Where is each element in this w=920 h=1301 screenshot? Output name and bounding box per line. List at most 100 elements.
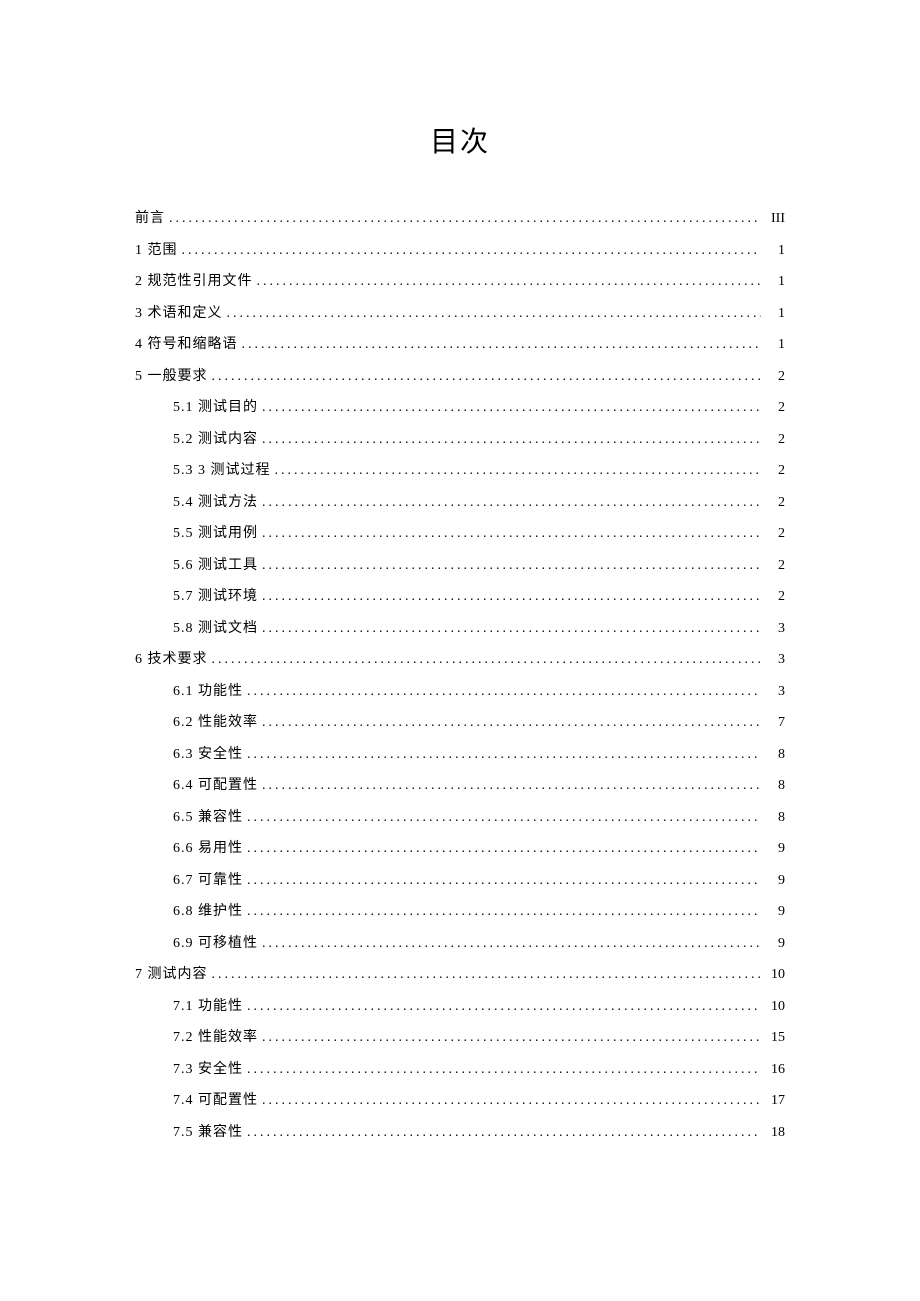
- toc-leader-dots: [243, 874, 761, 888]
- toc-entry: 6.9 可移植性 9: [135, 937, 785, 951]
- toc-leader-dots: [271, 464, 762, 478]
- toc-entry: 6.8 维护性 9: [135, 905, 785, 919]
- toc-leader-dots: [238, 338, 762, 352]
- toc-entry: 4 符号和缩略语1: [135, 338, 785, 352]
- toc-entry: 6.7 可靠性 9: [135, 874, 785, 888]
- toc-leader-dots: [258, 779, 761, 793]
- toc-leader-dots: [243, 905, 761, 919]
- toc-entry: 6.1 功能性 3: [135, 685, 785, 699]
- toc-entry: 6.4 可配置性8: [135, 779, 785, 793]
- toc-entry-label: 6.2 性能效率: [173, 716, 258, 730]
- toc-entry: 5.4 测试方法2: [135, 496, 785, 510]
- toc-entry: 7.1 功能性 10: [135, 1000, 785, 1014]
- toc-entry-page: 2: [761, 559, 785, 573]
- toc-entry-label: 6.1 功能性: [173, 685, 243, 699]
- toc-entry-page: 18: [761, 1126, 785, 1140]
- toc-entry-label: 6 技术要求: [135, 653, 208, 667]
- toc-entry-label: 6.6 易用性: [173, 842, 243, 856]
- toc-entry-label: 7.5 兼容性: [173, 1126, 243, 1140]
- toc-entry: 7.2 性能效率 15: [135, 1031, 785, 1045]
- toc-leader-dots: [178, 244, 762, 258]
- toc-entry-label: 6.5 兼容性: [173, 811, 243, 825]
- toc-entry-page: 17: [761, 1094, 785, 1108]
- toc-leader-dots: [165, 212, 761, 226]
- toc-entry: 3 术语和定义1: [135, 307, 785, 321]
- toc-leader-dots: [258, 527, 761, 541]
- toc-entry-label: 7.4 可配置性: [173, 1094, 258, 1108]
- toc-entry-page: 2: [761, 401, 785, 415]
- toc-entry-page: 2: [761, 496, 785, 510]
- toc-entry-page: 9: [761, 842, 785, 856]
- toc-entry: 7.5 兼容性 18: [135, 1126, 785, 1140]
- toc-entry-label: 6.8 维护性: [173, 905, 243, 919]
- toc-leader-dots: [243, 1126, 761, 1140]
- toc-entry-page: 10: [761, 1000, 785, 1014]
- toc-entry-label: 1 范围: [135, 244, 178, 258]
- toc-entry-page: 8: [761, 811, 785, 825]
- toc-entry-page: 9: [761, 874, 785, 888]
- toc-list: 前言III1 范围12 规范性引用文件13 术语和定义14 符号和缩略语15 一…: [135, 212, 785, 1140]
- toc-entry-label: 7.2 性能效率: [173, 1031, 258, 1045]
- toc-entry: 5.7 测试环境 2: [135, 590, 785, 604]
- toc-entry: 前言 III: [135, 212, 785, 226]
- toc-entry-page: 2: [761, 433, 785, 447]
- toc-entry: 6.3 安全性8: [135, 748, 785, 762]
- toc-leader-dots: [258, 590, 761, 604]
- toc-leader-dots: [223, 307, 762, 321]
- toc-leader-dots: [243, 1000, 761, 1014]
- toc-entry: 5.3 3 测试过程 2: [135, 464, 785, 478]
- toc-entry-page: 2: [761, 527, 785, 541]
- toc-leader-dots: [208, 968, 762, 982]
- toc-entry-page: 8: [761, 779, 785, 793]
- toc-entry: 7.4 可配置性 17: [135, 1094, 785, 1108]
- toc-entry: 1 范围 1: [135, 244, 785, 258]
- toc-entry-page: 15: [761, 1031, 785, 1045]
- toc-leader-dots: [243, 748, 761, 762]
- toc-entry-page: 2: [761, 590, 785, 604]
- toc-entry: 7.3 安全性16: [135, 1063, 785, 1077]
- toc-entry: 5.5 测试用例 2: [135, 527, 785, 541]
- toc-entry: 6.2 性能效率7: [135, 716, 785, 730]
- toc-entry-label: 前言: [135, 212, 165, 226]
- toc-entry-page: 2: [761, 464, 785, 478]
- toc-entry: 5.8 测试文档 3: [135, 622, 785, 636]
- toc-leader-dots: [258, 1094, 761, 1108]
- toc-entry-label: 5.2 测试内容: [173, 433, 258, 447]
- toc-entry-label: 5.3 3 测试过程: [173, 464, 271, 478]
- toc-leader-dots: [208, 653, 762, 667]
- toc-entry-label: 7.3 安全性: [173, 1063, 243, 1077]
- toc-entry-page: 3: [761, 622, 785, 636]
- toc-entry: 6.5 兼容性 8: [135, 811, 785, 825]
- toc-leader-dots: [258, 559, 761, 573]
- toc-entry: 5.1 测试目的 2: [135, 401, 785, 415]
- toc-leader-dots: [258, 937, 761, 951]
- toc-entry-page: 1: [761, 244, 785, 258]
- toc-entry-page: 9: [761, 937, 785, 951]
- toc-entry-page: III: [761, 212, 785, 226]
- toc-entry-page: 1: [761, 338, 785, 352]
- toc-entry-label: 5.8 测试文档: [173, 622, 258, 636]
- toc-entry-page: 10: [761, 968, 785, 982]
- toc-entry: 7 测试内容 10: [135, 968, 785, 982]
- toc-entry-label: 7.1 功能性: [173, 1000, 243, 1014]
- toc-entry: 5.2 测试内容 2: [135, 433, 785, 447]
- toc-entry-label: 6.7 可靠性: [173, 874, 243, 888]
- toc-entry-page: 2: [761, 370, 785, 384]
- toc-entry-label: 5.5 测试用例: [173, 527, 258, 541]
- toc-entry-label: 5.6 测试工具: [173, 559, 258, 573]
- toc-leader-dots: [243, 685, 761, 699]
- toc-entry-page: 3: [761, 685, 785, 699]
- toc-entry-label: 6.9 可移植性: [173, 937, 258, 951]
- toc-leader-dots: [243, 811, 761, 825]
- toc-entry-page: 9: [761, 905, 785, 919]
- toc-entry-page: 1: [761, 275, 785, 289]
- toc-entry-label: 5.7 测试环境: [173, 590, 258, 604]
- toc-entry-label: 3 术语和定义: [135, 307, 223, 321]
- toc-leader-dots: [253, 275, 762, 289]
- toc-entry-label: 5.1 测试目的: [173, 401, 258, 415]
- toc-leader-dots: [258, 496, 761, 510]
- toc-entry-label: 7 测试内容: [135, 968, 208, 982]
- toc-entry: 5.6 测试工具 2: [135, 559, 785, 573]
- toc-leader-dots: [243, 842, 761, 856]
- toc-leader-dots: [258, 433, 761, 447]
